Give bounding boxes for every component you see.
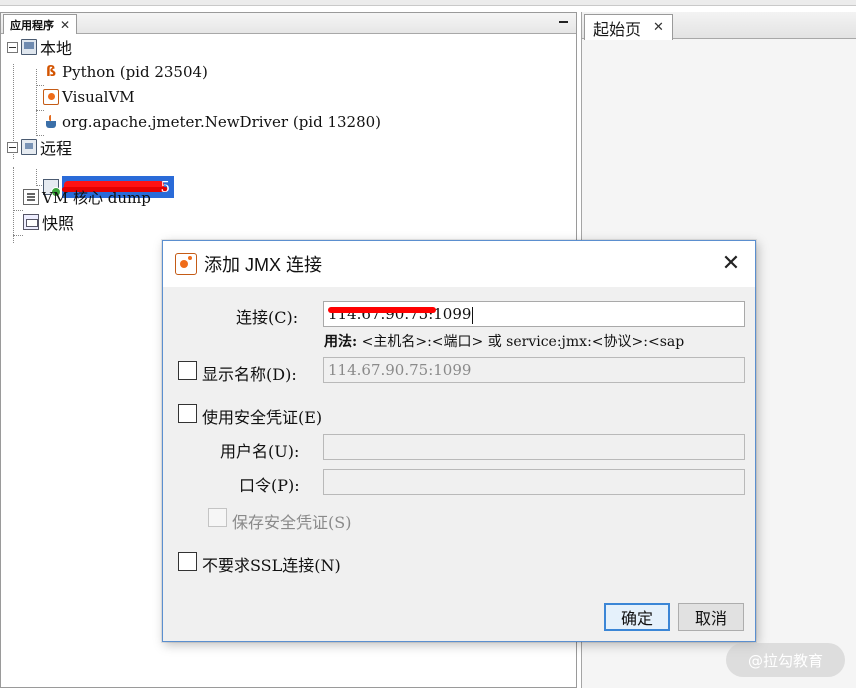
usage-hint-text: <主机名>:<端口> 或 service:jmx:<协议>:<sap	[361, 334, 685, 350]
visualvm-icon	[43, 89, 59, 105]
tree-node-visualvm-label: VisualVM	[62, 88, 135, 106]
close-icon[interactable]: ✕	[60, 18, 70, 32]
visualvm-icon	[175, 253, 197, 275]
use-credentials-label: 使用安全凭证(E)	[202, 408, 323, 427]
dialog-title-bar: 添加 JMX 连接 ✕	[163, 241, 755, 287]
tree-node-vm-core-dump-label: VM 核心 dump	[42, 188, 151, 207]
tree-node-remote-label: 远程	[40, 139, 73, 158]
tab-start-page[interactable]: 起始页 ✕	[584, 14, 673, 40]
connection-input[interactable]: 114.67.90.75:1099	[323, 301, 745, 327]
use-credentials-checkbox[interactable]	[178, 404, 197, 423]
tree-node-visualvm[interactable]: VisualVM	[43, 86, 135, 108]
tree-node-vm-core-dump[interactable]: VM 核心 dump	[23, 186, 151, 208]
tree-node-jmeter[interactable]: org.apache.jmeter.NewDriver (pid 13280)	[43, 111, 381, 133]
close-icon[interactable]: ✕	[719, 251, 743, 276]
save-credentials-checkbox[interactable]	[208, 508, 227, 527]
snapshot-icon	[23, 214, 39, 230]
java-coffee-icon	[43, 114, 59, 130]
password-label: 口令(P):	[239, 476, 300, 495]
tree-node-remote[interactable]: 远程	[7, 136, 72, 158]
tab-applications-label: 应用程序	[10, 18, 54, 32]
remote-computer-icon	[21, 139, 37, 155]
add-jmx-connection-dialog: 添加 JMX 连接 ✕ 连接(C): 114.67.90.75:1099 用法:…	[162, 240, 756, 642]
ok-button[interactable]: 确定	[604, 603, 670, 631]
remote-host-label: 5	[160, 178, 170, 196]
tree-node-snapshots[interactable]: 快照	[23, 211, 74, 233]
collapse-icon[interactable]	[7, 141, 18, 153]
save-credentials-label: 保存安全凭证(S)	[232, 513, 352, 532]
display-name-checkbox[interactable]	[178, 361, 197, 380]
applications-panel-header: 应用程序 ✕	[1, 13, 576, 34]
tree-connector	[13, 167, 14, 243]
top-strip	[0, 0, 856, 6]
display-name-input[interactable]: 114.67.90.75:1099	[323, 357, 745, 383]
display-name-input-value: 114.67.90.75:1099	[328, 361, 472, 379]
watermark: @拉勾教育	[726, 643, 845, 677]
usage-hint: 用法: <主机名>:<端口> 或 service:jmx:<协议>:<sap	[324, 331, 748, 351]
tree-connector	[36, 169, 37, 186]
core-dump-icon	[23, 189, 39, 205]
display-name-label: 显示名称(D):	[202, 365, 297, 384]
dialog-title: 添加 JMX 连接	[204, 255, 323, 275]
tab-applications[interactable]: 应用程序 ✕	[3, 14, 78, 34]
cancel-button[interactable]: 取消	[678, 603, 744, 631]
tree-node-python-label: Python (pid 23504)	[62, 63, 208, 81]
usage-hint-prefix: 用法:	[324, 334, 358, 350]
tree-node-local[interactable]: 本地	[7, 36, 72, 58]
tree-connector	[36, 69, 37, 136]
start-page-header: 起始页 ✕	[582, 12, 856, 40]
tree-node-jmeter-label: org.apache.jmeter.NewDriver (pid 13280)	[62, 113, 382, 131]
tree-connector	[13, 210, 23, 211]
tree-connector	[13, 235, 23, 236]
password-input[interactable]	[323, 469, 745, 495]
tree-node-local-label: 本地	[40, 39, 73, 58]
computer-icon	[21, 39, 37, 55]
connection-label: 连接(C):	[236, 308, 299, 327]
close-icon[interactable]: ✕	[653, 20, 664, 35]
minimize-button[interactable]	[556, 15, 570, 29]
tree-node-snapshots-label: 快照	[42, 214, 75, 233]
no-ssl-checkbox[interactable]	[178, 552, 197, 571]
username-label: 用户名(U):	[220, 442, 300, 461]
no-ssl-label: 不要求SSL连接(N)	[202, 556, 341, 575]
username-input[interactable]	[323, 434, 745, 460]
tab-start-page-label: 起始页	[593, 19, 642, 39]
python-jvm-icon: ß	[45, 64, 57, 80]
tree-node-python[interactable]: ß Python (pid 23504)	[43, 61, 208, 83]
redaction-mark	[328, 307, 436, 313]
collapse-icon[interactable]	[7, 41, 18, 53]
text-caret	[472, 306, 474, 324]
minimize-icon	[558, 21, 568, 23]
